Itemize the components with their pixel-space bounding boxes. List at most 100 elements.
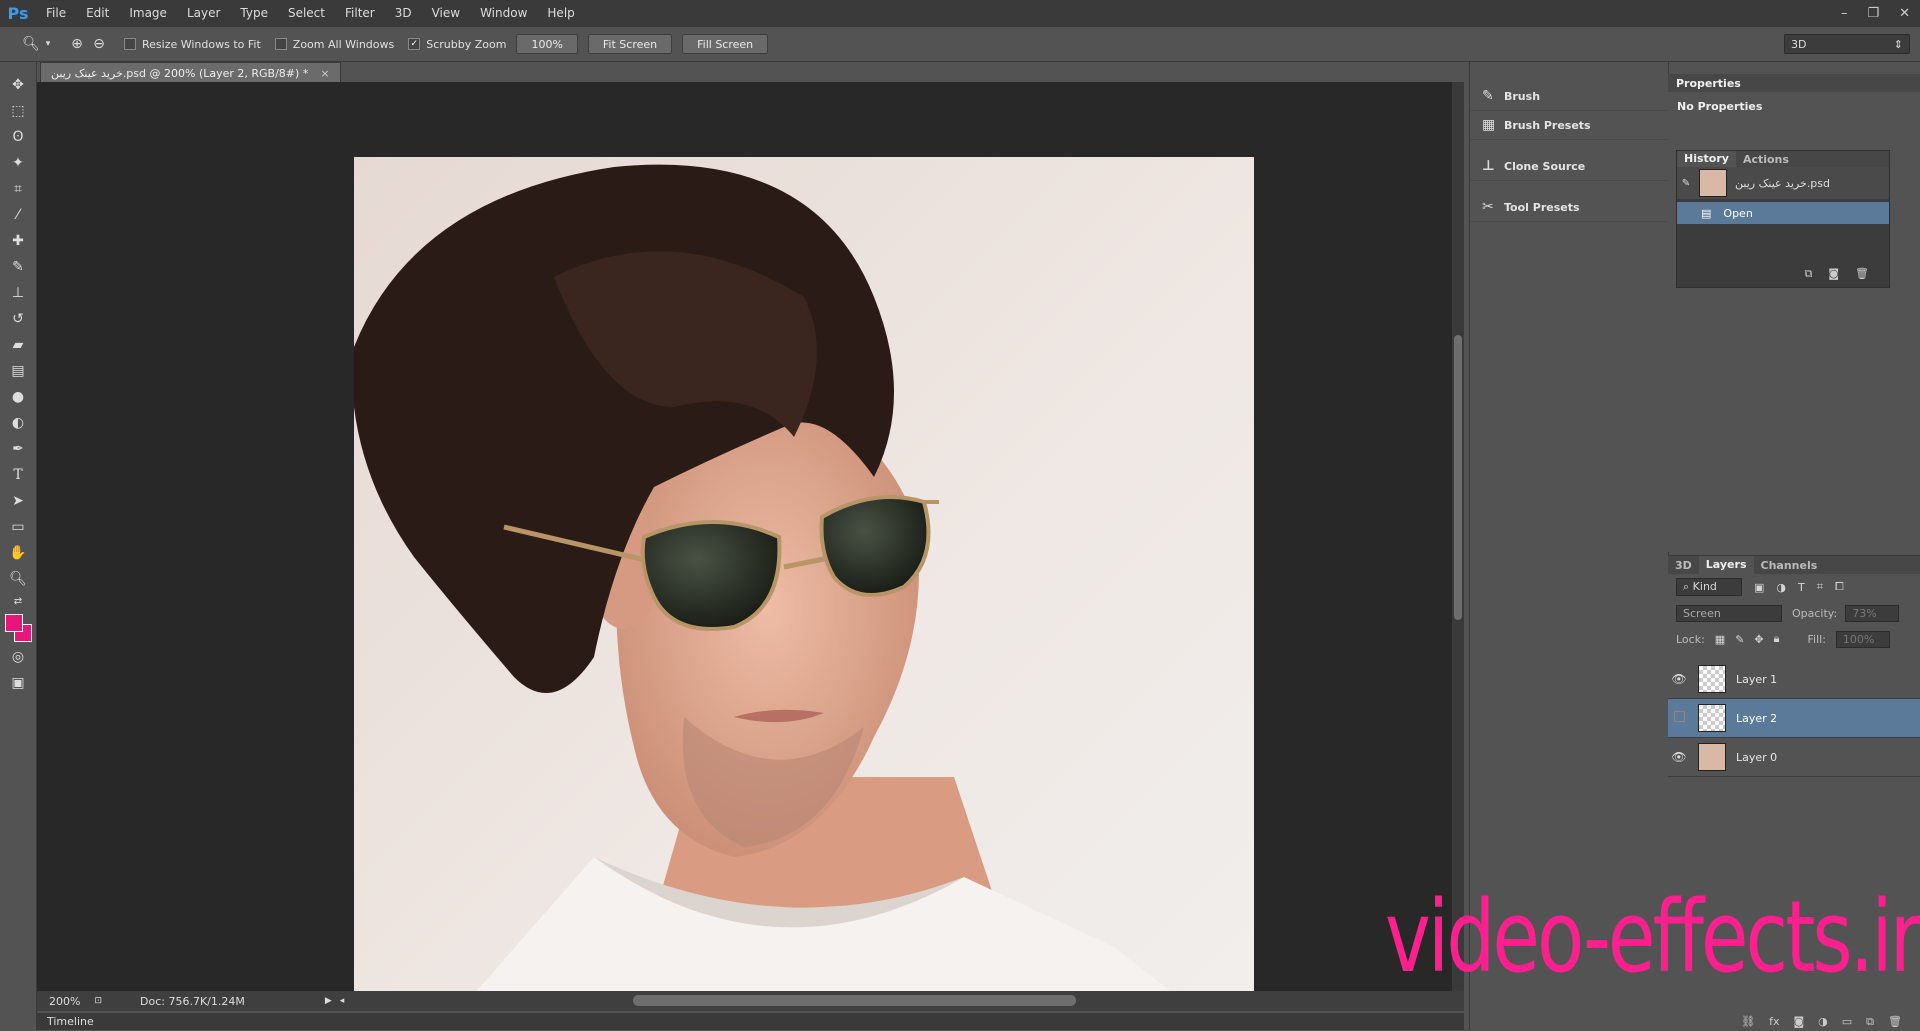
- menu-window[interactable]: Window: [470, 0, 537, 27]
- crop-tool-icon[interactable]: ⌗: [0, 176, 36, 202]
- timeline-panel[interactable]: Timeline: [37, 1013, 1464, 1030]
- rectangle-tool-icon[interactable]: ▭: [0, 514, 36, 540]
- lasso-tool-icon[interactable]: ʘ: [0, 124, 36, 150]
- image-canvas[interactable]: [354, 157, 1254, 994]
- history-brush-tool-icon[interactable]: ↺: [0, 306, 36, 332]
- magic-wand-tool-icon[interactable]: ✦: [0, 150, 36, 176]
- layer-row-layer-0[interactable]: 👁︎ Layer 0: [1668, 738, 1920, 777]
- menu-view[interactable]: View: [422, 0, 470, 27]
- zoom-tool-icon[interactable]: 🔍︎: [0, 566, 36, 592]
- new-document-from-state-icon[interactable]: ⧉: [1804, 267, 1812, 281]
- menu-edit[interactable]: Edit: [76, 0, 119, 27]
- brush-tool-icon[interactable]: ✎: [0, 254, 36, 280]
- scrubby-zoom-checkbox[interactable]: ✓ Scrubby Zoom: [408, 38, 506, 51]
- filter-adjustment-icon[interactable]: ◑: [1776, 581, 1786, 594]
- tab-history[interactable]: History: [1677, 151, 1736, 167]
- eraser-tool-icon[interactable]: ▰: [0, 332, 36, 358]
- eye-icon[interactable]: 👁︎: [1668, 672, 1690, 686]
- menu-select[interactable]: Select: [278, 0, 335, 27]
- scroll-left-icon[interactable]: ◂: [340, 996, 345, 1006]
- menu-type[interactable]: Type: [230, 0, 278, 27]
- fill-screen-button[interactable]: Fill Screen: [682, 34, 769, 54]
- zoom-level[interactable]: 200%: [49, 995, 80, 1008]
- document-tab[interactable]: خرید عینک ریبن.psd @ 200% (Layer 2, RGB/…: [40, 62, 341, 83]
- opacity-input[interactable]: 73%: [1845, 604, 1900, 622]
- chevron-down-icon[interactable]: ▾: [42, 33, 54, 55]
- screen-mode-icon[interactable]: ▣: [0, 670, 36, 696]
- quick-mask-icon[interactable]: ◎: [0, 644, 36, 670]
- layer-style-icon[interactable]: fx: [1769, 1015, 1779, 1029]
- trash-icon[interactable]: 🗑︎: [1855, 267, 1869, 281]
- history-brush-source-icon[interactable]: ✎: [1677, 178, 1695, 189]
- vertical-scroll-thumb[interactable]: [1454, 335, 1462, 620]
- lock-pixels-icon[interactable]: ✎: [1735, 633, 1744, 646]
- link-layers-icon[interactable]: ⛓︎: [1741, 1015, 1755, 1029]
- tab-channels[interactable]: Channels: [1754, 559, 1825, 572]
- filter-shape-icon[interactable]: ⌗: [1817, 580, 1823, 594]
- pen-tool-icon[interactable]: ✒: [0, 436, 36, 462]
- zoom-out-icon[interactable]: ⊖: [88, 33, 110, 55]
- blend-mode-select[interactable]: Screen: [1676, 604, 1782, 622]
- trash-icon[interactable]: 🗑︎: [1888, 1015, 1902, 1029]
- history-snapshot[interactable]: ✎ خرید عینک ریبن.psd: [1677, 167, 1889, 199]
- restore-button[interactable]: ❐: [1867, 6, 1879, 21]
- filter-smart-object-icon[interactable]: ⧠: [1835, 580, 1844, 594]
- new-layer-icon[interactable]: ⧉: [1866, 1015, 1874, 1029]
- timeline-tab[interactable]: Timeline: [47, 1015, 94, 1028]
- tab-actions[interactable]: Actions: [1736, 153, 1796, 166]
- workspace-select[interactable]: 3D ⇕: [1784, 34, 1910, 54]
- add-mask-icon[interactable]: ◙: [1793, 1015, 1804, 1029]
- eyedropper-tool-icon[interactable]: ⁄: [0, 202, 36, 228]
- move-tool-icon[interactable]: ✥: [0, 72, 36, 98]
- lock-transparency-icon[interactable]: ▦: [1715, 633, 1725, 646]
- healing-brush-tool-icon[interactable]: ✚: [0, 228, 36, 254]
- adjustment-layer-icon[interactable]: ◑: [1818, 1015, 1828, 1029]
- menu-3d[interactable]: 3D: [385, 0, 422, 27]
- resize-windows-checkbox[interactable]: Resize Windows to Fit: [124, 38, 261, 51]
- status-info-icon[interactable]: ⊡: [94, 996, 102, 1006]
- horizontal-scroll-thumb[interactable]: [633, 995, 1076, 1006]
- tab-layers[interactable]: Layers: [1698, 556, 1754, 574]
- visibility-off-box[interactable]: [1668, 711, 1690, 725]
- minimize-button[interactable]: –: [1841, 6, 1848, 21]
- close-button[interactable]: ✕: [1899, 6, 1910, 21]
- swap-colors-icon[interactable]: ⇄: [0, 592, 36, 610]
- layer-row-layer-2[interactable]: Layer 2: [1668, 699, 1920, 738]
- panel-tool-presets[interactable]: ✂ Tool Presets: [1470, 193, 1668, 222]
- menu-file[interactable]: File: [36, 0, 76, 27]
- camera-icon[interactable]: ◙: [1828, 267, 1839, 281]
- clone-stamp-tool-icon[interactable]: ⊥: [0, 280, 36, 306]
- menu-help[interactable]: Help: [537, 0, 584, 27]
- gradient-tool-icon[interactable]: ▤: [0, 358, 36, 384]
- layer-row-layer-1[interactable]: 👁︎ Layer 1: [1668, 660, 1920, 699]
- layer-filter-select[interactable]: ⌕ Kind: [1676, 578, 1742, 596]
- fit-screen-button[interactable]: Fit Screen: [587, 34, 673, 54]
- dodge-tool-icon[interactable]: ◐: [0, 410, 36, 436]
- panel-brush[interactable]: ✎ Brush: [1470, 82, 1668, 111]
- type-tool-icon[interactable]: T: [0, 462, 36, 488]
- menu-image[interactable]: Image: [119, 0, 177, 27]
- zoom-tool-preset-icon[interactable]: 🔍︎: [20, 33, 42, 55]
- menu-filter[interactable]: Filter: [335, 0, 385, 27]
- eye-icon[interactable]: 👁︎: [1668, 750, 1690, 764]
- hand-tool-icon[interactable]: ✋: [0, 540, 36, 566]
- zoom-in-icon[interactable]: ⊕: [66, 33, 88, 55]
- panel-brush-presets[interactable]: ▦ Brush Presets: [1470, 111, 1668, 140]
- properties-tab[interactable]: Properties: [1676, 77, 1741, 90]
- lock-all-icon[interactable]: 🔒︎: [1774, 632, 1780, 646]
- play-arrow-icon[interactable]: ▶: [325, 996, 332, 1006]
- path-selection-tool-icon[interactable]: ➤: [0, 488, 36, 514]
- lock-position-icon[interactable]: ✥: [1754, 633, 1763, 646]
- close-tab-icon[interactable]: ×: [320, 67, 329, 80]
- new-group-icon[interactable]: ▭: [1842, 1015, 1852, 1029]
- marquee-tool-icon[interactable]: ⬚: [0, 98, 36, 124]
- zoom-all-windows-checkbox[interactable]: Zoom All Windows: [274, 38, 394, 51]
- panel-clone-source[interactable]: ⊥ Clone Source: [1470, 152, 1668, 181]
- menu-layer[interactable]: Layer: [177, 0, 230, 27]
- foreground-color-swatch[interactable]: [5, 614, 23, 632]
- fill-input[interactable]: 100%: [1835, 630, 1890, 648]
- tab-3d[interactable]: 3D: [1668, 559, 1699, 572]
- zoom-100-button[interactable]: 100%: [516, 34, 578, 54]
- filter-type-icon[interactable]: T: [1798, 581, 1805, 594]
- blur-tool-icon[interactable]: ●: [0, 384, 36, 410]
